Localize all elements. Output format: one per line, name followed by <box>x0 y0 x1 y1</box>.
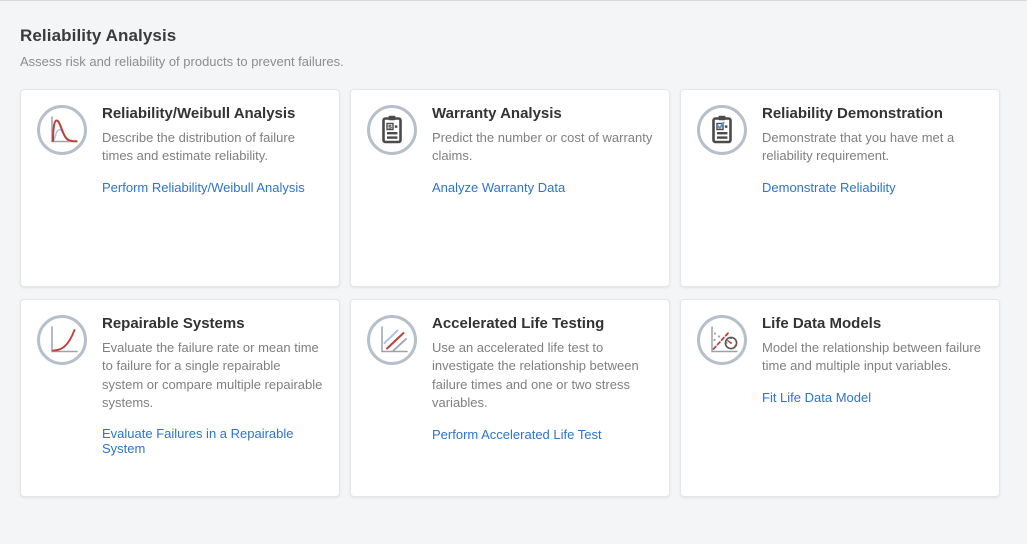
card-body: Repairable Systems Evaluate the failure … <box>102 314 323 458</box>
page-subtitle: Assess risk and reliability of products … <box>20 54 1007 69</box>
card-body: Warranty Analysis Predict the number or … <box>432 104 653 197</box>
card-title: Reliability/Weibull Analysis <box>102 105 323 122</box>
demonstrate-reliability-link[interactable]: Demonstrate Reliability <box>762 180 896 195</box>
evaluate-failures-repairable-system-link[interactable]: Evaluate Failures in a Repairable System <box>102 426 323 456</box>
card-life-data-models: Life Data Models Model the relationship … <box>680 299 1000 497</box>
reliability-analysis-page: Reliability Analysis Assess risk and rel… <box>0 0 1027 544</box>
card-title: Warranty Analysis <box>432 105 653 122</box>
clipboard-dollar-svg: $ <box>370 108 414 152</box>
card-repairable-systems: Repairable Systems Evaluate the failure … <box>20 299 340 497</box>
page-title: Reliability Analysis <box>20 26 1007 46</box>
card-accelerated-life-testing: Accelerated Life Testing Use an accelera… <box>350 299 670 497</box>
clipboard-dollar-icon: $ <box>367 105 417 155</box>
clipboard-checkmark-icon <box>697 105 747 155</box>
svg-text:$: $ <box>388 123 393 131</box>
card-title: Reliability Demonstration <box>762 105 983 122</box>
parallel-stress-lines-chart-svg <box>370 318 414 362</box>
analysis-cards-grid: Reliability/Weibull Analysis Describe th… <box>20 89 1007 497</box>
card-description: Use an accelerated life test to investig… <box>432 339 653 413</box>
card-body: Accelerated Life Testing Use an accelera… <box>432 314 653 444</box>
card-description: Predict the number or cost of warranty c… <box>432 129 653 166</box>
card-description: Describe the distribution of failure tim… <box>102 129 323 166</box>
perform-accelerated-life-test-link[interactable]: Perform Accelerated Life Test <box>432 427 602 442</box>
clipboard-checkmark-svg <box>700 108 744 152</box>
weibull-distribution-curve-icon <box>37 105 87 155</box>
card-description: Evaluate the failure rate or mean time t… <box>102 339 323 413</box>
regression-stopwatch-svg <box>700 318 744 362</box>
card-body: Life Data Models Model the relationship … <box>762 314 983 407</box>
card-description: Demonstrate that you have met a reliabil… <box>762 129 983 166</box>
card-title: Accelerated Life Testing <box>432 315 653 332</box>
parallel-stress-lines-chart-icon <box>367 315 417 365</box>
card-title: Life Data Models <box>762 315 983 332</box>
page-header: Reliability Analysis Assess risk and rel… <box>20 26 1007 69</box>
card-body: Reliability Demonstration Demonstrate th… <box>762 104 983 197</box>
card-body: Reliability/Weibull Analysis Describe th… <box>102 104 323 197</box>
weibull-distribution-curve-svg <box>40 108 84 152</box>
perform-reliability-weibull-analysis-link[interactable]: Perform Reliability/Weibull Analysis <box>102 180 305 195</box>
card-warranty-analysis: $ Warranty Analysis Predict the number o… <box>350 89 670 287</box>
card-description: Model the relationship between failure t… <box>762 339 983 376</box>
card-title: Repairable Systems <box>102 315 323 332</box>
regression-stopwatch-icon <box>697 315 747 365</box>
card-reliability-demonstration: Reliability Demonstration Demonstrate th… <box>680 89 1000 287</box>
card-reliability-weibull-analysis: Reliability/Weibull Analysis Describe th… <box>20 89 340 287</box>
increasing-failure-curve-icon <box>37 315 87 365</box>
analyze-warranty-data-link[interactable]: Analyze Warranty Data <box>432 180 565 195</box>
increasing-failure-curve-svg <box>40 318 84 362</box>
fit-life-data-model-link[interactable]: Fit Life Data Model <box>762 390 871 405</box>
